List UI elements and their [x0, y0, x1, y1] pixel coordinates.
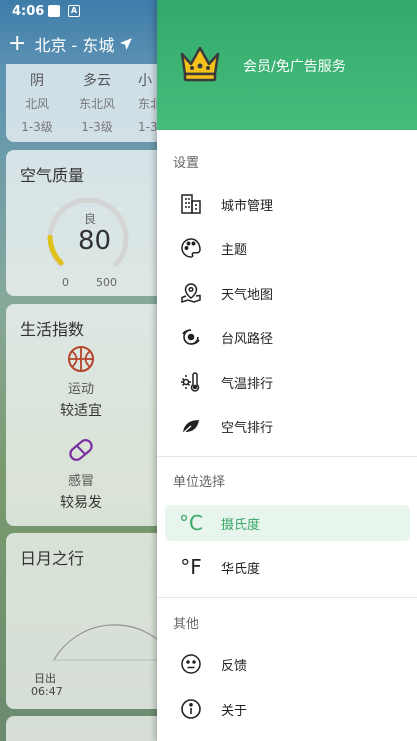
divider [157, 597, 417, 598]
section-title-settings: 设置 [173, 156, 200, 171]
celsius-glyph: °C [179, 511, 203, 535]
menu-item-theme[interactable]: 主题 [165, 230, 410, 266]
menu-label: 反馈 [221, 658, 248, 674]
palette-icon [179, 236, 203, 260]
menu-label: 气温排行 [221, 376, 274, 392]
menu-item-weather-map[interactable]: 天气地图 [165, 275, 410, 311]
menu-item-typhoon-path[interactable]: 台风路径 [165, 319, 410, 355]
menu-label: 城市管理 [221, 198, 274, 214]
building-icon [179, 192, 203, 216]
menu-item-feedback[interactable]: 反馈 [165, 646, 410, 682]
menu-label: 空气排行 [221, 420, 274, 436]
divider [157, 456, 417, 457]
info-icon [179, 697, 203, 721]
celsius-icon: °C [179, 511, 203, 535]
section-title-other: 其他 [173, 617, 200, 632]
notification-a-icon: A [68, 5, 80, 17]
menu-label: 天气地图 [221, 287, 274, 303]
navigation-drawer: 会员/免广告服务 设置 城市管理 主题 天气地图 台风路径 气温排行 空气排行 … [157, 0, 417, 741]
feedback-face-icon [179, 652, 203, 676]
leaf-icon [179, 414, 203, 438]
menu-label: 华氏度 [221, 561, 261, 577]
notification-square-icon [48, 5, 60, 17]
menu-item-about[interactable]: 关于 [165, 691, 410, 727]
typhoon-icon [179, 325, 203, 349]
fahrenheit-glyph: °F [180, 555, 202, 579]
vip-header[interactable]: 会员/免广告服务 [157, 0, 417, 130]
thermometer-icon [179, 370, 203, 394]
menu-item-air-ranking[interactable]: 空气排行 [165, 408, 410, 444]
map-pin-icon [179, 281, 203, 305]
menu-item-fahrenheit[interactable]: °F 华氏度 [165, 549, 410, 585]
crown-icon [180, 46, 220, 82]
menu-label: 台风路径 [221, 331, 274, 347]
status-time: 4:06 [12, 4, 45, 19]
menu-label: 关于 [221, 703, 248, 719]
menu-item-celsius[interactable]: °C 摄氏度 [165, 505, 410, 541]
fahrenheit-icon: °F [179, 555, 203, 579]
vip-label: 会员/免广告服务 [243, 59, 346, 75]
menu-item-city-management[interactable]: 城市管理 [165, 186, 410, 222]
menu-label: 摄氏度 [221, 517, 261, 533]
menu-item-temperature-ranking[interactable]: 气温排行 [165, 364, 410, 400]
section-title-units: 单位选择 [173, 475, 226, 490]
menu-label: 主题 [221, 242, 248, 258]
